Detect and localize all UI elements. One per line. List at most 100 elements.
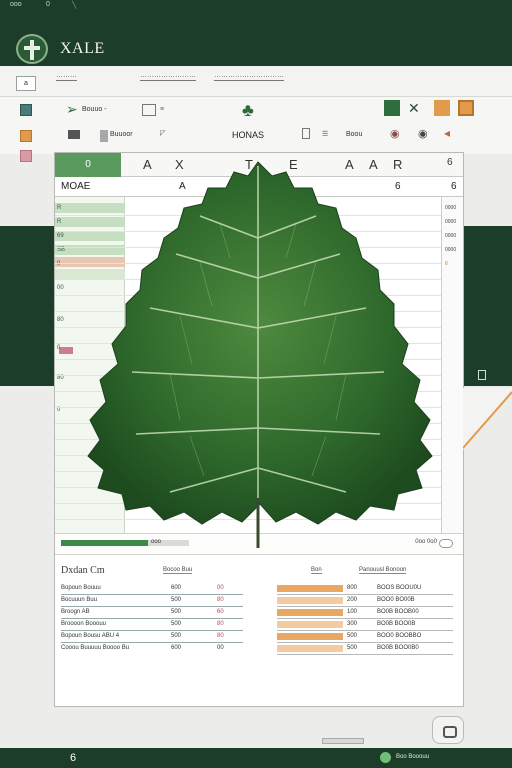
cell-flag: 60 bbox=[217, 609, 224, 615]
row-label[interactable]: 00 bbox=[57, 285, 64, 291]
center-label: HONAS bbox=[232, 130, 265, 140]
cell-value: 500 bbox=[347, 645, 358, 651]
right-wedge bbox=[463, 388, 512, 450]
panel-sub-mid[interactable]: Bon bbox=[311, 567, 322, 574]
ribbon-orange-icon[interactable] bbox=[20, 130, 32, 142]
top-band: ooo 0 ╲ XALE bbox=[0, 0, 512, 66]
record-icon[interactable]: ◉ bbox=[390, 127, 400, 140]
cell-value: 500 bbox=[171, 633, 182, 639]
menu-strip bbox=[0, 66, 512, 96]
arrow-icon[interactable]: ◂ bbox=[444, 126, 450, 140]
table-row[interactable]: 200 BOO0 BO00B bbox=[277, 595, 453, 607]
lines-icon[interactable]: ≡ bbox=[160, 106, 164, 113]
row-label[interactable]: R bbox=[57, 219, 61, 225]
right-value: 0000 bbox=[445, 205, 457, 211]
title-num: 0 bbox=[46, 1, 50, 8]
orange-bar bbox=[277, 609, 343, 616]
ribbon-pink-icon[interactable] bbox=[20, 150, 32, 162]
btn-a-label[interactable]: Bouuo - bbox=[82, 106, 107, 113]
cell-name: Broooon Booouu bbox=[61, 621, 107, 627]
cell-name: BO0B BOOB00 bbox=[377, 609, 419, 615]
file-icon[interactable] bbox=[100, 130, 108, 142]
row-label[interactable]: 69 bbox=[57, 233, 64, 239]
cell-flag: 00 bbox=[217, 585, 224, 591]
table-row[interactable]: Cooou Buuuuu Boooo Bu 600 00 bbox=[61, 643, 243, 655]
cell-value: 600 bbox=[171, 645, 182, 651]
orange-bar bbox=[277, 585, 343, 592]
title-slash-icon: ╲ bbox=[72, 2, 77, 9]
right-value: 0000 bbox=[445, 219, 457, 225]
table-row[interactable]: Broogn AB 500 60 bbox=[61, 607, 243, 619]
green-tile-icon[interactable] bbox=[384, 100, 400, 116]
table-row[interactable]: Bopoun Bousu ABU 4 500 80 bbox=[61, 631, 243, 643]
right-value: 0000 bbox=[445, 233, 457, 239]
cell-name: Cooou Buuuuu Boooo Bu bbox=[61, 645, 130, 651]
panel-sub-left[interactable]: Bocoo Buu bbox=[163, 567, 193, 574]
app-logo bbox=[16, 34, 48, 64]
cell-value: 100 bbox=[347, 609, 358, 615]
menu-item-1[interactable]: ……… bbox=[56, 72, 77, 81]
table-row[interactable]: 300 BO0B BOO0B bbox=[277, 619, 453, 631]
table-row[interactable]: Bopoun Bouuu 600 00 bbox=[61, 583, 243, 595]
left-band bbox=[0, 226, 56, 386]
right-table: 800 BOOS BOOU0U 200 BOO0 BO00B 100 BO0B BOO… bbox=[277, 583, 453, 655]
page-icon[interactable] bbox=[302, 128, 310, 139]
cursor-icon[interactable]: ◸ bbox=[160, 129, 165, 137]
cell-flag: 80 bbox=[217, 597, 224, 603]
table-row[interactable]: 500 BOO0 BOOBBO bbox=[277, 631, 453, 643]
menu-item-2[interactable]: …………………… bbox=[140, 72, 196, 81]
cell-name: BO0B BOO0B0 bbox=[377, 645, 419, 651]
cell-value: 200 bbox=[347, 597, 358, 603]
ribbon-square-icon[interactable] bbox=[20, 104, 32, 116]
status-bar: 6 Boo Booouu bbox=[0, 748, 512, 768]
cell-name: Bopoun Bousu ABU 4 bbox=[61, 633, 120, 639]
table-row[interactable]: 100 BO0B BOOB00 bbox=[277, 607, 453, 619]
orange-bar bbox=[277, 621, 343, 628]
progress-toggle[interactable] bbox=[439, 539, 453, 548]
cell-value: 500 bbox=[171, 597, 182, 603]
panel-sub-right[interactable]: Panouusl Bonoon bbox=[359, 567, 407, 574]
horizontal-scrollbar[interactable] bbox=[322, 738, 364, 744]
row-label[interactable]: 0 bbox=[57, 261, 60, 267]
row-label[interactable]: 0 bbox=[57, 345, 60, 351]
cell-name: Bopoun Bouuu bbox=[61, 585, 101, 591]
orange-bar bbox=[277, 633, 343, 640]
btn-b-label[interactable]: Buuoor bbox=[110, 131, 133, 138]
cell-flag: 00 bbox=[217, 645, 224, 651]
col-header[interactable]: 6 bbox=[447, 157, 453, 168]
status-left: 6 bbox=[70, 752, 77, 764]
table-row[interactable]: 500 BO0B BOO0B0 bbox=[277, 643, 453, 655]
cell-flag: 80 bbox=[217, 633, 224, 639]
left-table: Bopoun Bouuu 600 00 Bocuuun Buu 500 80 Broog… bbox=[61, 583, 243, 655]
floating-action-button[interactable] bbox=[432, 716, 464, 744]
close-x-icon[interactable]: ✕ bbox=[408, 100, 420, 117]
send-arrow-icon[interactable]: ➢ bbox=[66, 101, 78, 118]
row-label[interactable]: R bbox=[57, 205, 61, 211]
right-text: Boou bbox=[346, 131, 363, 138]
orange-bar bbox=[277, 645, 343, 652]
menu-doc-button[interactable]: a bbox=[16, 76, 36, 91]
orange-tile-icon[interactable] bbox=[434, 100, 450, 116]
right-band bbox=[463, 226, 512, 386]
center-logo-icon: ♣ bbox=[242, 100, 254, 120]
orange-frame-icon[interactable] bbox=[458, 100, 474, 116]
table-row[interactable]: 800 BOOS BOOU0U bbox=[277, 583, 453, 595]
menu-item-3[interactable]: ………………………… bbox=[214, 72, 284, 81]
pink-row-tag bbox=[59, 347, 73, 354]
right-band-icon[interactable] bbox=[478, 370, 486, 380]
row-label[interactable]: 80 bbox=[57, 317, 64, 323]
doc-icon[interactable] bbox=[142, 104, 156, 116]
app-name: XALE bbox=[60, 40, 105, 57]
table-row[interactable]: Bocuuun Buu 500 80 bbox=[61, 595, 243, 607]
right-value-column: 0000 0000 0000 0000 0 bbox=[441, 197, 463, 533]
app-window: ooo 0 ╲ XALE a ……… …………………… ………………………… ➢… bbox=[0, 0, 512, 768]
folder-icon[interactable] bbox=[68, 130, 80, 139]
formula-col-c: 6 bbox=[451, 181, 457, 192]
table-row[interactable]: Broooon Booouu 500 80 bbox=[61, 619, 243, 631]
list-icon[interactable]: ☰ bbox=[322, 130, 328, 138]
cell-name: BOO0 BO00B bbox=[377, 597, 415, 603]
title-left-text: ooo bbox=[10, 1, 22, 8]
cell-name: Broogn AB bbox=[61, 609, 90, 615]
cell-value: 500 bbox=[347, 633, 358, 639]
target-icon[interactable]: ◉ bbox=[418, 127, 428, 140]
